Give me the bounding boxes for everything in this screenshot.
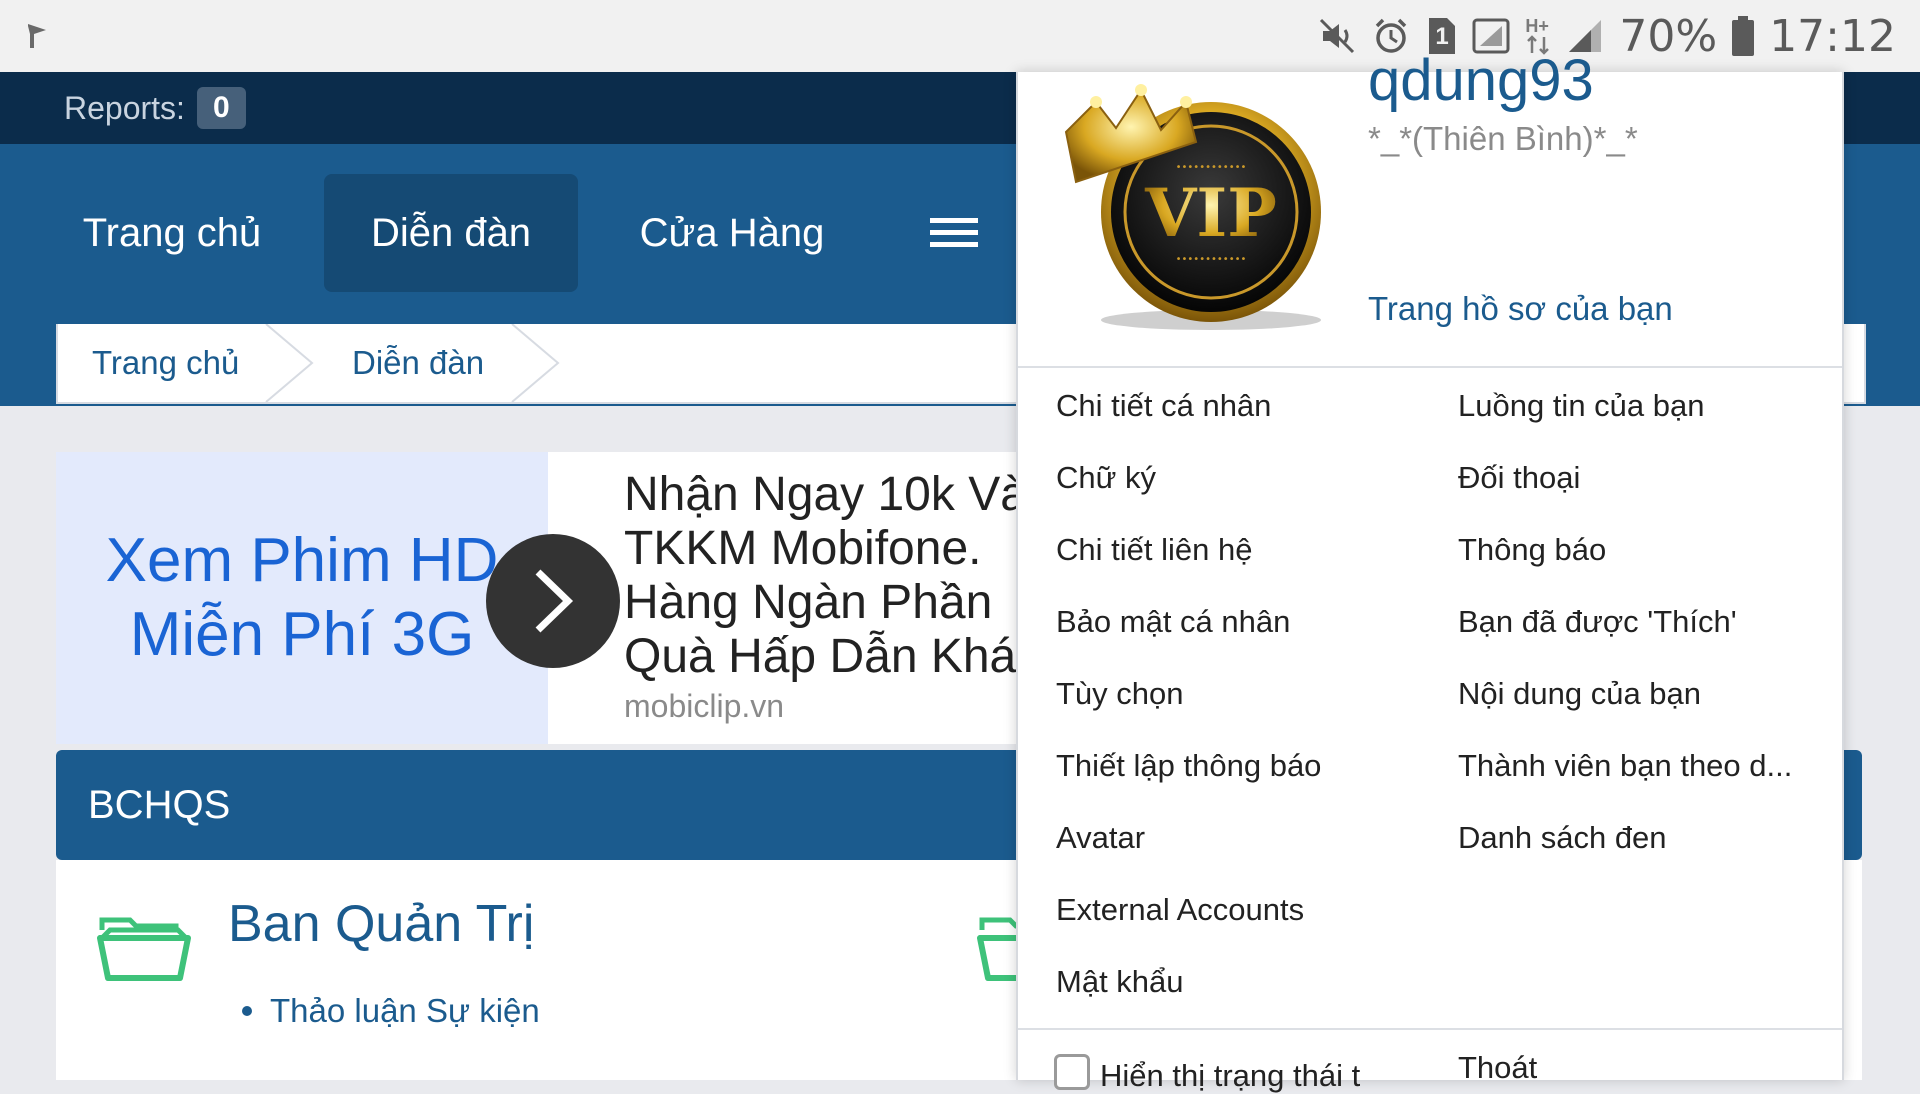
svg-text:••••••••••••: •••••••••••• <box>1176 254 1247 265</box>
notification-flag-icon <box>28 24 46 48</box>
reports-count-badge: 0 <box>196 87 246 129</box>
menu-contact-details[interactable]: Chi tiết liên hệ <box>1056 532 1252 568</box>
ad-next-button[interactable] <box>486 534 620 668</box>
menu-alerts[interactable]: Thông báo <box>1458 532 1818 568</box>
show-status-checkbox[interactable] <box>1054 1054 1090 1090</box>
menu-personal-details[interactable]: Chi tiết cá nhân <box>1056 388 1271 424</box>
menu-avatar[interactable]: Avatar <box>1056 820 1145 856</box>
user-menu-popup: VIP •••••••••••• •••••••••••• qdung93 *_… <box>1016 48 1844 1093</box>
hamburger-icon <box>930 218 978 248</box>
bullet <box>242 1006 252 1016</box>
breadcrumb-separator-icon <box>511 324 560 402</box>
chevron-right-icon <box>535 569 574 633</box>
logout-link[interactable]: Thoát <box>1458 1050 1818 1086</box>
breadcrumb-separator-icon <box>265 324 314 402</box>
ad-headline-1: Xem Phim HD <box>105 526 499 595</box>
category-title[interactable]: BCHQS <box>88 750 230 860</box>
reports-label: Reports: <box>64 89 185 126</box>
menu-your-content[interactable]: Nội dung của bạn <box>1458 676 1818 712</box>
status-bar: 1 H+ 70% 17:12 <box>0 0 1920 72</box>
user-avatar[interactable]: VIP •••••••••••• •••••••••••• <box>1046 72 1348 332</box>
folder-icon <box>97 917 191 981</box>
menu-external-accounts[interactable]: External Accounts <box>1056 892 1304 928</box>
advertisement-banner[interactable]: Xem Phim HD Miễn Phí 3G Nhận Ngay 10k Và… <box>56 452 1056 744</box>
menu-password[interactable]: Mật khẩu <box>1056 964 1184 1000</box>
menu-following[interactable]: Thành viên bạn theo d... <box>1458 748 1818 784</box>
nav-tab-forum[interactable]: Diễn đàn <box>324 174 578 292</box>
show-status-label: Hiển thị trạng thái t <box>1100 1058 1361 1093</box>
menu-ignored-users[interactable]: Danh sách đen <box>1458 820 1818 856</box>
nav-tab-store[interactable]: Cửa Hàng <box>612 174 852 292</box>
menu-likes-received[interactable]: Bạn đã được 'Thích' <box>1458 604 1818 640</box>
ad-headline-2: Miễn Phí 3G <box>129 600 475 669</box>
profile-link[interactable]: Trang hồ sơ của bạn <box>1368 290 1673 328</box>
subforum-link[interactable]: Thảo luận Sự kiện <box>242 992 540 1030</box>
user-title: *_*(Thiên Bình)*_* <box>1368 120 1638 157</box>
menu-alert-preferences[interactable]: Thiết lập thông báo <box>1056 748 1321 784</box>
menu-divider <box>1018 1028 1842 1030</box>
breadcrumb-forum[interactable]: Diễn đàn <box>352 324 484 402</box>
clock: 17:12 <box>1769 10 1896 62</box>
ad-domain: mobiclip.vn <box>624 688 785 724</box>
menu-news-feed[interactable]: Luồng tin của bạn <box>1458 388 1818 424</box>
reports-link[interactable]: Reports: 0 <box>64 82 246 134</box>
mute-icon <box>1320 18 1355 54</box>
menu-preferences[interactable]: Tùy chọn <box>1056 676 1184 712</box>
svg-text:••••••••••••: •••••••••••• <box>1176 162 1247 173</box>
nav-menu-button[interactable] <box>910 174 998 292</box>
username[interactable]: qdung93 <box>1368 46 1594 116</box>
nav-tab-home[interactable]: Trang chủ <box>50 174 294 292</box>
menu-conversations[interactable]: Đối thoại <box>1458 460 1818 496</box>
avatar-text: VIP <box>1144 174 1277 252</box>
menu-divider <box>1018 366 1842 368</box>
breadcrumb-home[interactable]: Trang chủ <box>92 324 239 402</box>
menu-signature[interactable]: Chữ ký <box>1056 460 1156 496</box>
forum-title[interactable]: Ban Quản Trị <box>228 894 534 954</box>
network-type: H+ <box>1525 16 1549 36</box>
ad-left-panel: Xem Phim HD Miễn Phí 3G <box>56 452 548 744</box>
menu-privacy[interactable]: Bảo mật cá nhân <box>1056 604 1290 640</box>
battery-percent: 70% <box>1619 10 1718 62</box>
battery-icon <box>1732 16 1755 56</box>
subforum-label: Thảo luận Sự kiện <box>270 992 540 1029</box>
